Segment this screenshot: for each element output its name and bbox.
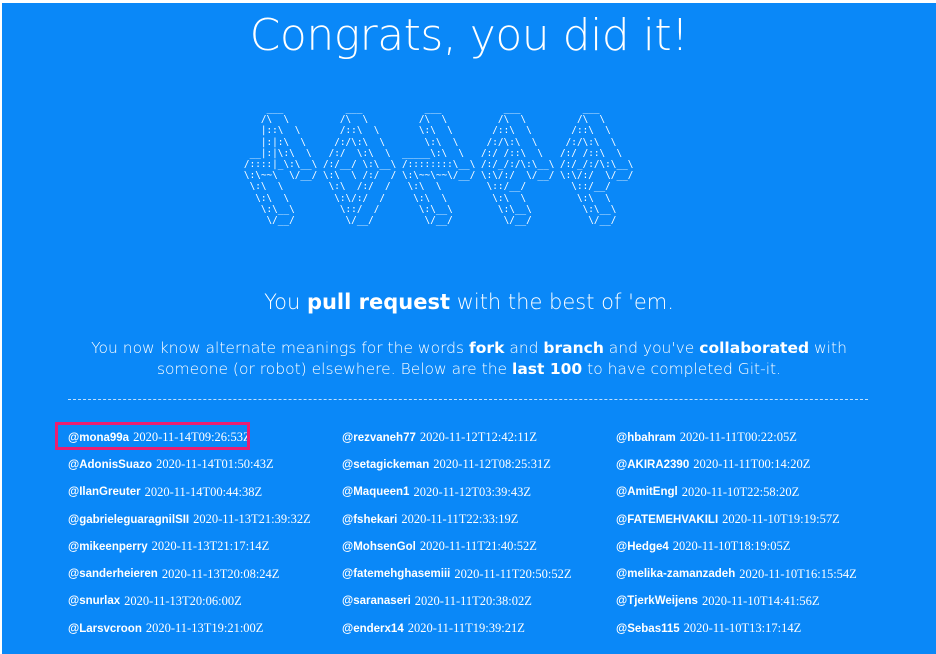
completion-entry: @MohsenGol 2020-11-11T21:40:52Z (342, 533, 616, 560)
completion-entry: @Larsvcroon 2020-11-13T19:21:00Z (68, 615, 342, 642)
completion-time: 2020-11-11T00:14:20Z (693, 457, 811, 472)
completion-time: 2020-11-10T18:19:05Z (672, 539, 791, 554)
completion-time: 2020-11-12T12:42:11Z (419, 430, 537, 445)
user-link[interactable]: @melika-zamanzadeh (616, 568, 735, 580)
user-link[interactable]: @MohsenGol (342, 541, 416, 553)
user-link[interactable]: @fshekari (342, 514, 397, 526)
completion-time: 2020-11-13T20:06:00Z (124, 593, 242, 608)
completion-time: 2020-11-13T21:17:14Z (151, 539, 270, 554)
top-border (2, 0, 936, 3)
completion-time: 2020-11-11T00:22:05Z (679, 430, 797, 445)
completion-time: 2020-11-10T19:19:57Z (722, 512, 840, 527)
completion-entry: @rezvaneh77 2020-11-12T12:42:11Z (342, 424, 616, 451)
completion-time: 2020-11-13T21:39:32Z (193, 512, 311, 527)
tagline-emphasis: pull request (306, 290, 451, 314)
dashed-divider (68, 399, 868, 400)
completion-entry: @Hedge4 2020-11-10T18:19:05Z (616, 533, 888, 560)
user-link[interactable]: @hbahram (616, 432, 676, 444)
user-link[interactable]: @fatemehghasemiii (342, 568, 450, 580)
completion-time: 2020-11-11T21:40:52Z (419, 539, 537, 554)
completion-entry: @hbahram 2020-11-11T00:22:05Z (616, 424, 888, 451)
user-link[interactable]: @Sebas115 (616, 623, 680, 635)
completion-entry: @AdonisSuazo 2020-11-14T01:50:43Z (68, 451, 342, 478)
completion-entry: @enderx14 2020-11-11T19:39:21Z (342, 615, 616, 642)
ascii-art-logo: ___ ___ ___ ___ ___ /\ \ /\ \ /\ \ /\ \ … (243, 103, 634, 227)
completion-time: 2020-11-13T19:21:00Z (145, 621, 264, 636)
description-text: and (504, 339, 544, 357)
completion-time: 2020-11-13T20:08:24Z (161, 566, 280, 581)
user-link[interactable]: @mikeenperry (68, 541, 148, 553)
completion-time: 2020-11-10T16:15:54Z (739, 566, 857, 581)
tagline: You pull request with the best of 'em. (2, 287, 936, 317)
completion-entry: @melika-zamanzadeh 2020-11-10T16:15:54Z (616, 560, 888, 587)
description-text: to have completed Git-it. (582, 360, 782, 378)
tagline-text-end: with the best of 'em. (450, 290, 674, 314)
description: You now know alternate meanings for the … (72, 338, 866, 380)
completion-entry: @Sebas115 2020-11-10T13:17:14Z (616, 615, 888, 642)
user-link[interactable]: @enderx14 (342, 623, 404, 635)
completion-time: 2020-11-11T22:33:19Z (401, 512, 519, 527)
completion-entry: @FATEMEHVAKILI 2020-11-10T19:19:57Z (616, 506, 888, 533)
description-emphasis-branch: branch (543, 339, 604, 357)
completion-time: 2020-11-11T19:39:21Z (407, 621, 525, 636)
user-link[interactable]: @saranaseri (342, 595, 411, 607)
completion-entry: @mikeenperry 2020-11-13T21:17:14Z (68, 533, 342, 560)
completions-list: @mona99a 2020-11-14T09:26:53Z @rezvaneh77… (68, 424, 888, 642)
user-link[interactable]: @Larsvcroon (68, 623, 142, 635)
tagline-text: You (264, 290, 307, 314)
user-link[interactable]: @sanderheieren (68, 568, 158, 580)
user-link[interactable]: @AKIRA2390 (616, 459, 689, 471)
description-text: You now know alternate meanings for the … (91, 339, 470, 357)
user-link[interactable]: @IlanGreuter (68, 486, 141, 498)
user-link[interactable]: @snurlax (68, 595, 120, 607)
completion-entry: @Maqueen1 2020-11-12T03:39:43Z (342, 479, 616, 506)
description-text: and you've (603, 339, 700, 357)
user-link[interactable]: @setagickeman (342, 459, 429, 471)
user-link[interactable]: @AmitEngl (616, 486, 678, 498)
completion-entry: @AKIRA2390 2020-11-11T00:14:20Z (616, 451, 888, 478)
highlight-box (55, 422, 250, 450)
completion-time: 2020-11-14T00:44:38Z (144, 484, 263, 499)
completion-entry: @fatemehghasemiii 2020-11-11T20:50:52Z (342, 560, 616, 587)
user-link[interactable]: @Maqueen1 (342, 486, 409, 498)
completion-time: 2020-11-12T03:39:43Z (413, 484, 532, 499)
completion-entry: @sanderheieren 2020-11-13T20:08:24Z (68, 560, 342, 587)
completion-entry: @gabrieleguaragnilSII 2020-11-13T21:39:32… (68, 506, 342, 533)
completion-entry: @IlanGreuter 2020-11-14T00:44:38Z (68, 479, 342, 506)
completion-entry: @saranaseri 2020-11-11T20:38:02Z (342, 588, 616, 615)
completion-time: 2020-11-10T13:17:14Z (683, 621, 802, 636)
completion-time: 2020-11-11T20:38:02Z (414, 593, 532, 608)
completion-entry: @setagickeman 2020-11-12T08:25:31Z (342, 451, 616, 478)
user-link[interactable]: @Hedge4 (616, 541, 669, 553)
completion-time: 2020-11-12T08:25:31Z (433, 457, 551, 472)
completion-page: Congrats, you did it! ___ ___ ___ ___ __… (2, 0, 936, 654)
description-emphasis-fork: fork (469, 339, 505, 357)
user-link[interactable]: @rezvaneh77 (342, 432, 416, 444)
completion-time: 2020-11-14T01:50:43Z (156, 457, 274, 472)
user-link[interactable]: @gabrieleguaragnilSII (68, 514, 189, 526)
completion-time: 2020-11-10T22:58:20Z (681, 484, 800, 499)
completion-entry: @fshekari 2020-11-11T22:33:19Z (342, 506, 616, 533)
user-link[interactable]: @AdonisSuazo (68, 459, 152, 471)
completion-entry: @AmitEngl 2020-11-10T22:58:20Z (616, 479, 888, 506)
completion-entry: @snurlax 2020-11-13T20:06:00Z (68, 588, 342, 615)
completion-entry: @TjerkWeijens 2020-11-10T14:41:56Z (616, 588, 888, 615)
user-link[interactable]: @TjerkWeijens (616, 595, 698, 607)
user-link[interactable]: @FATEMEHVAKILI (616, 514, 718, 526)
description-emphasis-last-100: last 100 (512, 360, 583, 378)
completion-time: 2020-11-11T20:50:52Z (454, 566, 572, 581)
completion-time: 2020-11-10T14:41:56Z (701, 593, 820, 608)
page-title: Congrats, you did it! (249, 10, 689, 61)
description-emphasis-collaborated: collaborated (699, 339, 810, 357)
